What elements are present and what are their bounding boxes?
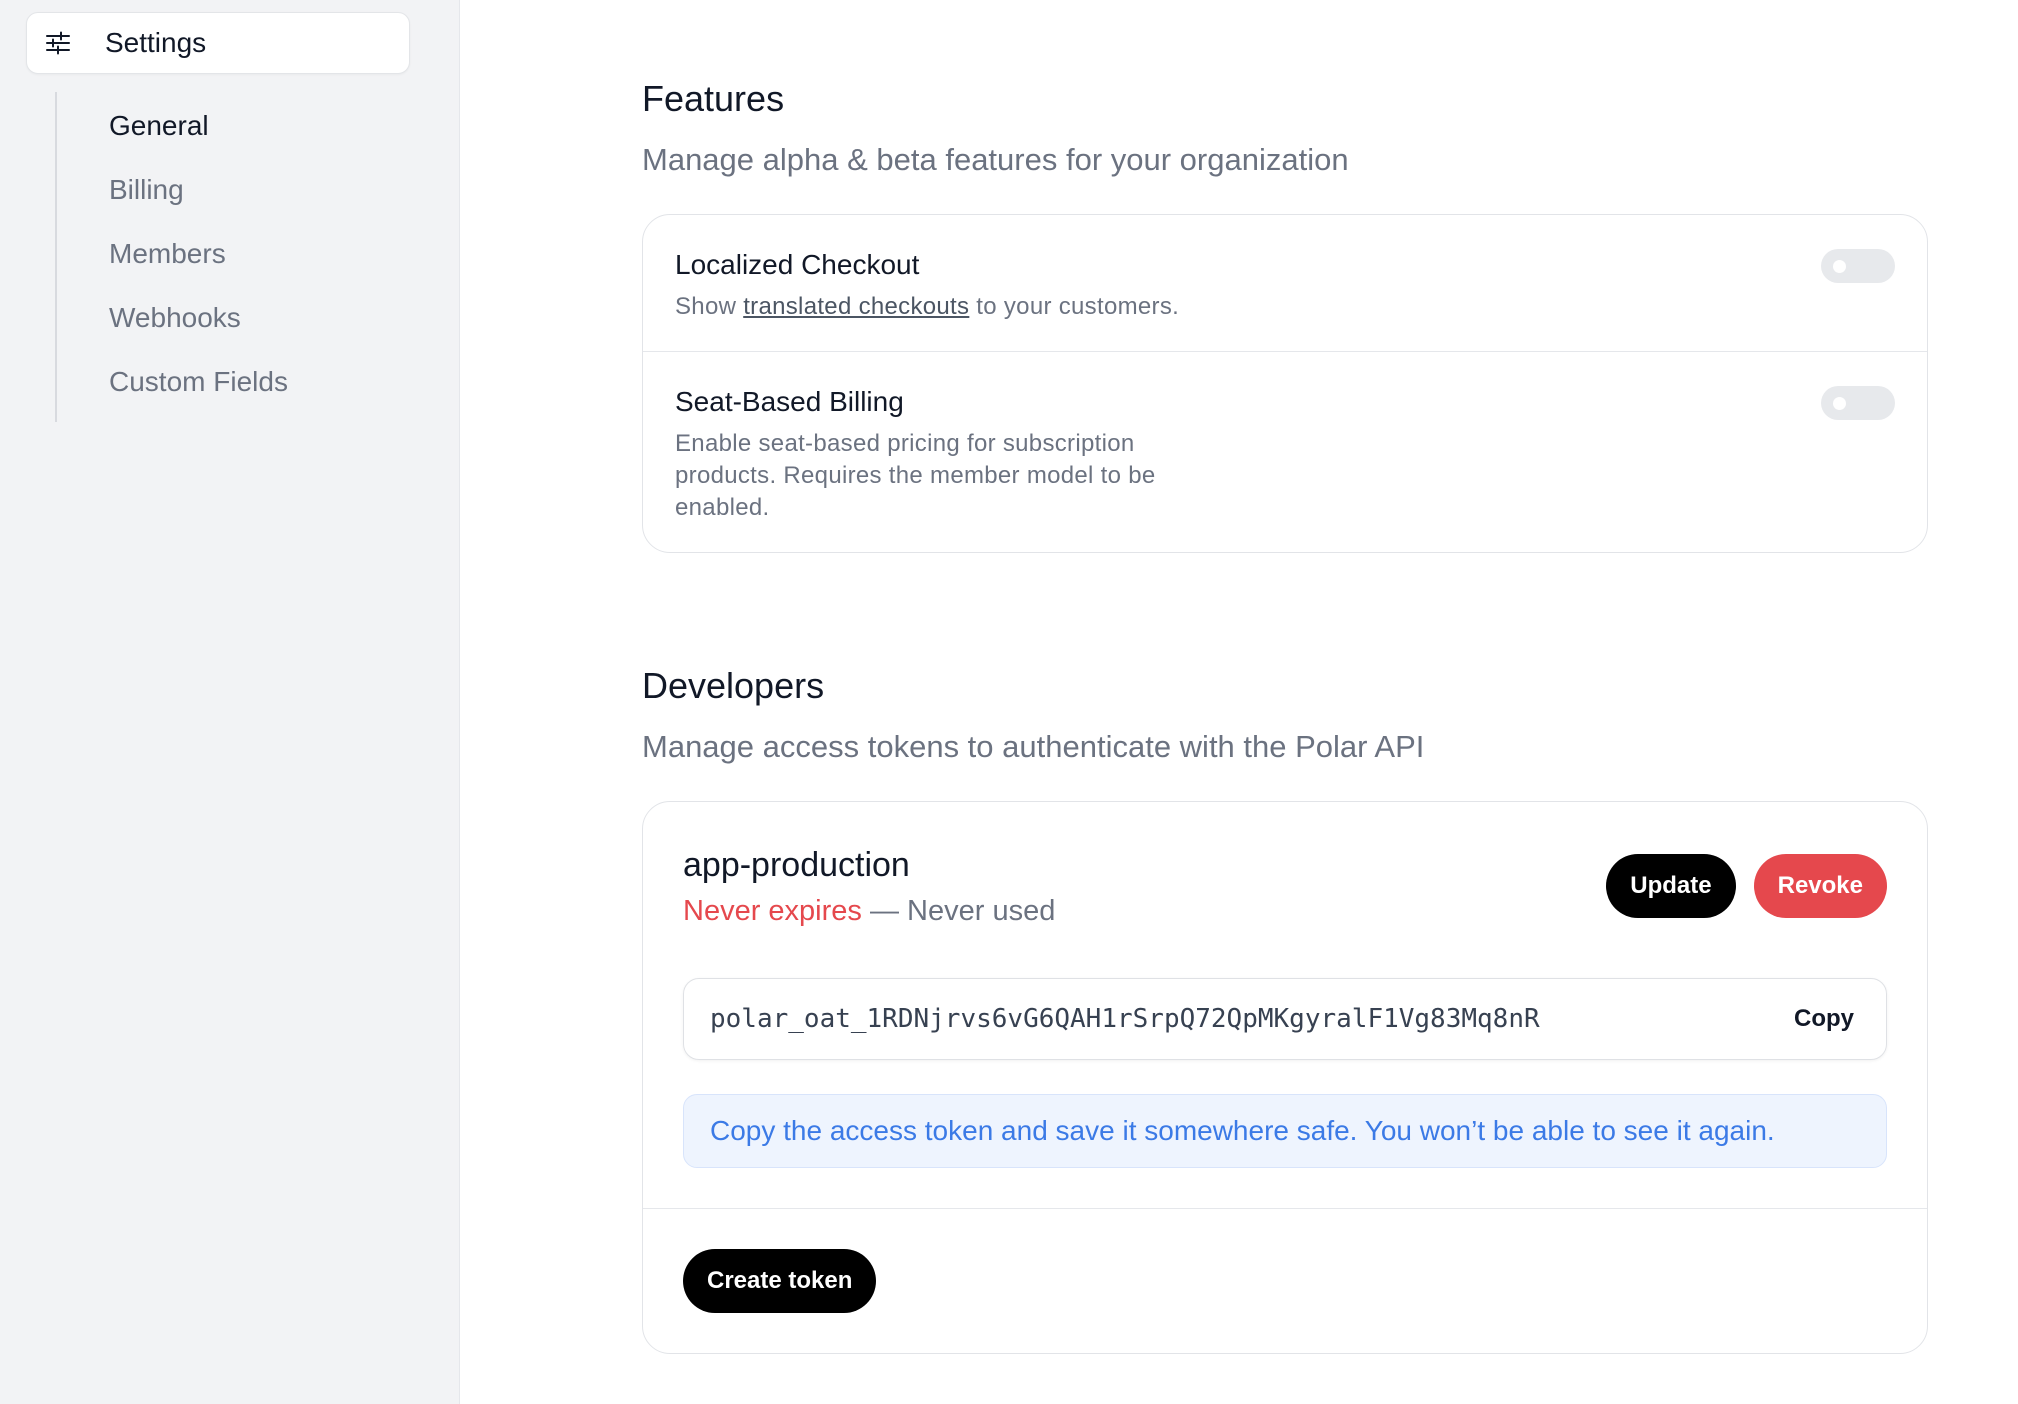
copy-token-button[interactable]: Copy [1794, 1005, 1854, 1033]
feature-title: Localized Checkout [675, 249, 920, 280]
developers-card-footer: Create token [643, 1208, 1927, 1353]
localized-checkout-toggle[interactable] [1821, 249, 1895, 283]
feature-desc-prefix: Show [675, 293, 744, 320]
sidebar: Settings General Billing Members Webhook… [0, 0, 460, 1404]
developers-title: Developers [642, 665, 825, 706]
toggle-knob [1833, 260, 1846, 273]
features-card: Localized Checkout Show translated check… [642, 214, 1928, 553]
token-value[interactable]: polar_oat_1RDNjrvs6vG6QAH1rSrpQ72QpMKgyr… [710, 1004, 1540, 1034]
developers-section: Developers Manage access tokens to authe… [642, 665, 2018, 1354]
sidebar-item-billing[interactable]: Billing [109, 158, 435, 222]
update-token-button[interactable]: Update [1606, 854, 1736, 918]
token-usage: Never used [907, 895, 1056, 927]
developers-subtitle: Manage access tokens to authenticate wit… [642, 729, 1425, 764]
token-meta-separator: — [861, 895, 908, 927]
token-expiry: Never expires [683, 895, 862, 927]
sliders-icon [45, 30, 71, 56]
feature-description: Show translated checkouts to your custom… [675, 291, 1215, 323]
features-title: Features [642, 78, 785, 119]
main-content: Features Manage alpha & beta features fo… [460, 0, 2018, 1404]
token-actions: Update Revoke [1606, 854, 1887, 918]
feature-row-seat-based-billing: Seat-Based Billing Enable seat-based pri… [643, 351, 1927, 552]
feature-title: Seat-Based Billing [675, 386, 904, 417]
feature-desc-suffix: to your customers. [969, 293, 1180, 320]
settings-nav-label: Settings [105, 27, 207, 58]
toggle-knob [1833, 397, 1846, 410]
sidebar-item-custom-fields[interactable]: Custom Fields [109, 350, 435, 414]
token-value-box: polar_oat_1RDNjrvs6vG6QAH1rSrpQ72QpMKgyr… [683, 978, 1887, 1060]
sidebar-item-members[interactable]: Members [109, 222, 435, 286]
seat-based-billing-toggle[interactable] [1821, 386, 1895, 420]
features-subtitle: Manage alpha & beta features for your or… [642, 142, 1349, 177]
translated-checkouts-link[interactable]: translated checkouts [743, 293, 969, 320]
token-notice: Copy the access token and save it somewh… [683, 1094, 1887, 1168]
settings-subnav: General Billing Members Webhooks Custom … [55, 92, 435, 422]
revoke-token-button[interactable]: Revoke [1753, 854, 1887, 918]
features-section: Features Manage alpha & beta features fo… [642, 78, 2018, 553]
settings-nav-header[interactable]: Settings [26, 12, 410, 74]
sidebar-item-webhooks[interactable]: Webhooks [109, 286, 435, 350]
sidebar-item-general[interactable]: General [109, 94, 435, 158]
developers-card: app-production Never expires — Never use… [642, 801, 1928, 1354]
feature-description: Enable seat-based pricing for subscripti… [675, 430, 1156, 521]
feature-row-localized-checkout: Localized Checkout Show translated check… [643, 215, 1927, 351]
access-token-item: app-production Never expires — Never use… [643, 802, 1927, 1208]
create-token-button[interactable]: Create token [683, 1249, 877, 1313]
